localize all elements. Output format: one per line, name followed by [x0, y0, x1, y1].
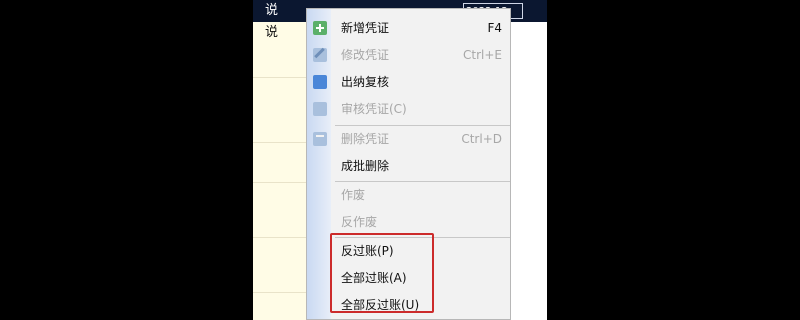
- row-divider: [253, 77, 306, 78]
- header-label: 说: [265, 3, 279, 18]
- menu-item-label: 作废: [341, 188, 366, 202]
- menu-item-cashier-review[interactable]: 出纳复核: [307, 69, 510, 96]
- background-right-column: [511, 22, 547, 320]
- highlight-box: [330, 233, 434, 313]
- menu-item-delete-voucher[interactable]: 删除凭证 Ctrl+D: [307, 126, 510, 153]
- side-label: 说: [265, 25, 279, 40]
- delete-icon: [313, 132, 327, 146]
- menu-item-batch-delete[interactable]: 成批删除: [307, 153, 510, 180]
- cashier-review-icon: [313, 75, 327, 89]
- row-divider: [253, 182, 306, 183]
- edit-icon: [313, 48, 327, 62]
- menu-item-label: 反作废: [341, 215, 378, 229]
- row-divider: [253, 142, 306, 143]
- menu-item-edit-voucher[interactable]: 修改凭证 Ctrl+E: [307, 42, 510, 69]
- menu-item-label: 成批删除: [341, 159, 390, 173]
- row-divider: [253, 292, 306, 293]
- audit-icon: [313, 102, 327, 116]
- menu-item-label: 删除凭证: [341, 132, 390, 146]
- menu-item-label: 修改凭证: [341, 48, 390, 62]
- menu-item-shortcut: Ctrl+D: [461, 132, 502, 146]
- menu-item-shortcut: Ctrl+E: [463, 48, 502, 62]
- menu-item-new-voucher[interactable]: 新增凭证 F4: [307, 15, 510, 42]
- background-left-column: 说: [253, 22, 307, 320]
- menu-item-void[interactable]: 作废: [307, 182, 510, 209]
- menu-item-label: 新增凭证: [341, 21, 390, 35]
- menu-item-label: 审核凭证(C): [341, 102, 407, 116]
- row-divider: [253, 237, 306, 238]
- menu-item-unvoid[interactable]: 反作废: [307, 209, 510, 236]
- add-icon: [313, 21, 327, 35]
- menu-item-audit-voucher[interactable]: 审核凭证(C): [307, 96, 510, 123]
- menu-item-shortcut: F4: [487, 21, 502, 35]
- menu-item-label: 出纳复核: [341, 75, 390, 89]
